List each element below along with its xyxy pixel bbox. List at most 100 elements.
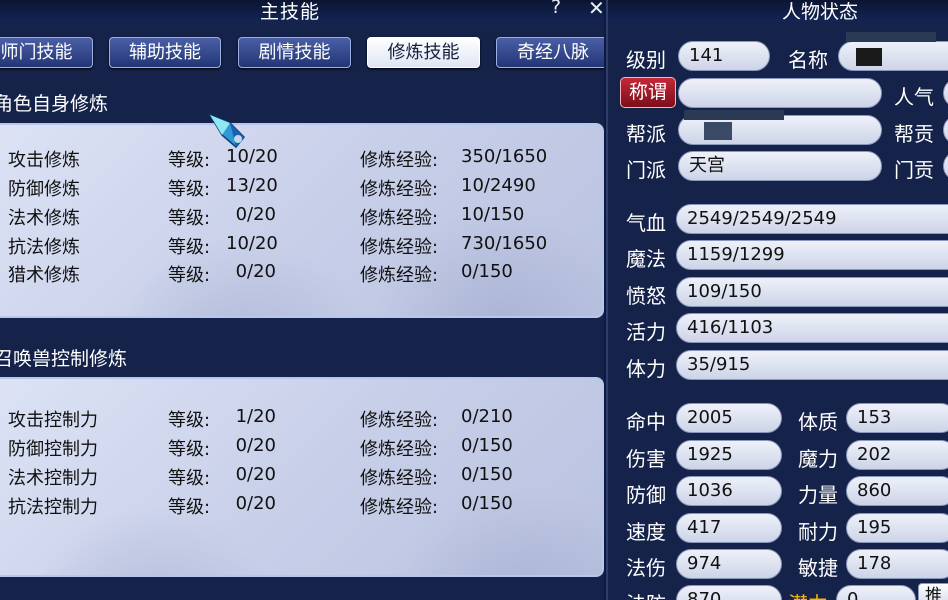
constitution-field: 153 [846, 403, 948, 433]
vitality-field: 416/1103 [676, 313, 948, 343]
title-field [678, 78, 882, 108]
exp-label: 修炼经验: [360, 468, 439, 489]
exp-label: 修炼经验: [360, 497, 439, 518]
section-title-self-cultivation: 角色自身修炼 [0, 93, 109, 115]
exp-label: 修炼经验: [360, 208, 439, 229]
agility-label: 敏捷 [798, 556, 838, 580]
magic-defense-field: 870 [676, 585, 782, 600]
magic-damage-field: 974 [676, 549, 782, 579]
skill-name: 攻击控制力 [8, 410, 98, 431]
level-value: 0/20 [235, 464, 276, 485]
level-label: 等级: [168, 410, 211, 431]
close-icon[interactable]: ✕ [588, 0, 604, 20]
sect-contribution-label: 门贡 [894, 158, 934, 182]
exp-value: 10/150 [461, 204, 525, 225]
hit-field: 2005 [676, 403, 782, 433]
exp-label: 修炼经验: [360, 410, 439, 431]
tab-meridian-skills[interactable]: 奇经八脉 [496, 37, 604, 68]
rage-label: 愤怒 [626, 284, 666, 308]
speed-field: 417 [676, 513, 782, 543]
exp-label: 修炼经验: [360, 439, 439, 460]
skill-name: 猎术修炼 [8, 265, 80, 286]
tab-support-skills[interactable]: 辅助技能 [109, 37, 221, 68]
level-label: 等级: [168, 179, 211, 200]
skill-name: 抗法修炼 [8, 237, 80, 258]
skill-name: 防御控制力 [8, 439, 98, 460]
skill-name: 攻击修炼 [8, 150, 80, 171]
magic-power-field: 202 [846, 440, 948, 470]
recommend-points-button[interactable]: 推荐 [918, 583, 948, 600]
magic-power-label: 魔力 [798, 447, 838, 471]
exp-label: 修炼经验: [360, 179, 439, 200]
section-title-pet-control: 召唤兽控制修炼 [0, 348, 128, 370]
sect-label: 门派 [626, 158, 666, 182]
sect-field: 天宫 [678, 151, 882, 181]
redacted-region [704, 122, 732, 140]
damage-field: 1925 [676, 440, 782, 470]
exp-label: 修炼经验: [360, 237, 439, 258]
tab-cultivation-skills[interactable]: 修炼技能 [367, 37, 480, 68]
popularity-label: 人气 [894, 85, 934, 109]
level-value: 0/20 [235, 261, 276, 282]
strength-field: 860 [846, 476, 948, 506]
redacted-region [846, 32, 936, 42]
exp-value: 0/150 [461, 493, 513, 514]
level-field: 141 [678, 41, 770, 71]
level-value: 1/20 [235, 406, 276, 427]
contribution-label: 帮贡 [894, 122, 934, 146]
level-label: 等级: [168, 265, 211, 286]
magic-damage-label: 法伤 [626, 556, 666, 580]
skills-window: 主技能 ? ✕ 师门技能 辅助技能 剧情技能 修炼技能 奇经八脉 角色自身修炼 … [0, 0, 604, 600]
tab-story-skills[interactable]: 剧情技能 [238, 37, 351, 68]
level-label: 等级: [168, 208, 211, 229]
mp-field: 1159/1299 [676, 240, 948, 270]
defense-label: 防御 [626, 483, 666, 507]
window-title: 主技能 [260, 1, 321, 23]
agility-field: 178 [846, 549, 948, 579]
exp-value: 0/150 [461, 464, 513, 485]
exp-value: 0/150 [461, 261, 513, 282]
exp-label: 修炼经验: [360, 265, 439, 286]
help-button[interactable]: ? [551, 0, 561, 18]
exp-label: 修炼经验: [360, 150, 439, 171]
window-title-bar[interactable]: 人物状态 [608, 0, 948, 23]
exp-value: 730/1650 [461, 233, 548, 254]
hp-label: 气血 [626, 211, 666, 235]
title-button[interactable]: 称谓 [620, 77, 676, 108]
skill-name: 法术修炼 [8, 208, 80, 229]
self-cultivation-panel: 攻击修炼 等级: 10/20 修炼经验: 350/1650 防御修炼 等级: 1… [0, 123, 604, 318]
name-field [838, 41, 948, 71]
strength-label: 力量 [798, 483, 838, 507]
tab-sect-skills[interactable]: 师门技能 [0, 37, 93, 68]
window-title-bar[interactable]: 主技能 ? ✕ [0, 0, 604, 23]
level-label: 等级: [168, 439, 211, 460]
skill-name: 抗法控制力 [8, 497, 98, 518]
pet-control-panel: 攻击控制力 等级: 1/20 修炼经验: 0/210 防御控制力 等级: 0/2… [0, 377, 604, 577]
rage-field: 109/150 [676, 277, 948, 307]
endurance-label: 耐力 [798, 520, 838, 544]
tab-bar: 师门技能 辅助技能 剧情技能 修炼技能 奇经八脉 [0, 37, 604, 71]
skill-name: 法术控制力 [8, 468, 98, 489]
name-label: 名称 [788, 48, 828, 72]
redacted-region [684, 110, 784, 120]
damage-label: 伤害 [626, 447, 666, 471]
level-value: 0/20 [235, 435, 276, 456]
level-label: 级别 [626, 48, 666, 72]
defense-field: 1036 [676, 476, 782, 506]
magic-defense-label: 法防 [626, 588, 666, 600]
mp-label: 魔法 [626, 247, 666, 271]
endurance-field: 195 [846, 513, 948, 543]
level-label: 等级: [168, 468, 211, 489]
constitution-label: 体质 [798, 410, 838, 434]
popularity-field [943, 78, 948, 108]
stamina-field: 35/915 [676, 350, 948, 380]
level-label: 等级: [168, 150, 211, 171]
window-title: 人物状态 [782, 1, 859, 23]
exp-value: 10/2490 [461, 175, 536, 196]
level-value: 0/20 [235, 493, 276, 514]
game-cursor-icon [208, 113, 246, 149]
exp-value: 0/150 [461, 435, 513, 456]
level-value: 13/20 [226, 175, 278, 196]
gang-label: 帮派 [626, 122, 666, 146]
skill-name: 防御修炼 [8, 179, 80, 200]
